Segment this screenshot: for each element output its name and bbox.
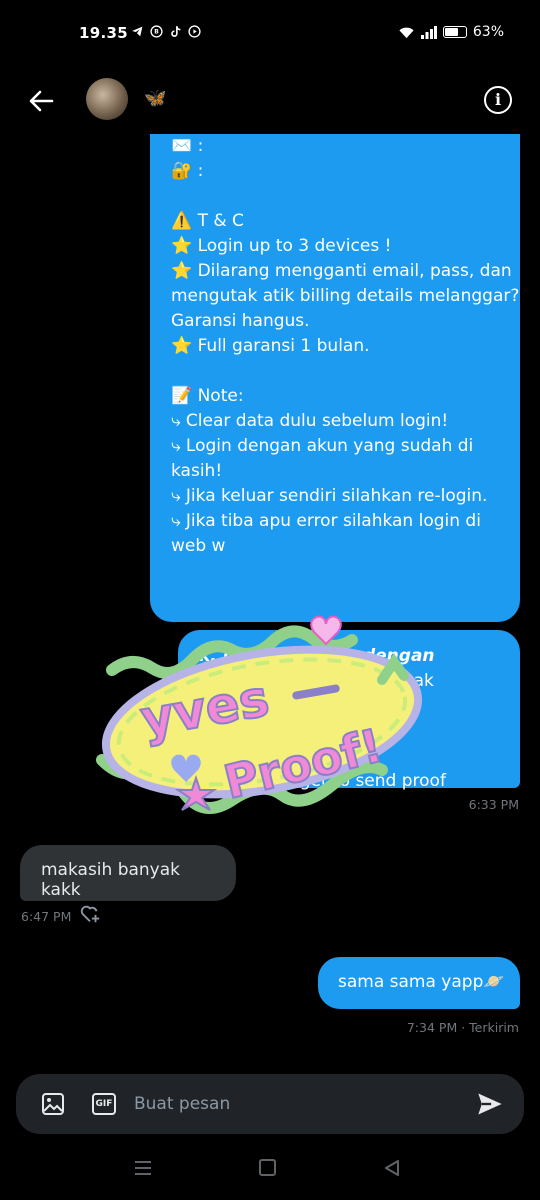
gif-button[interactable]: GIF <box>92 1093 116 1115</box>
message-timestamp: 6:33 PM <box>468 797 519 812</box>
back-arrow-icon[interactable] <box>26 86 56 116</box>
system-status: 63% <box>398 24 504 40</box>
message-line: mengutak atik billing details melanggar? <box>171 286 520 306</box>
message-timestamp: 6:47 PM <box>21 909 72 924</box>
message-line: ⤷ Login dengan akun yang sudah di <box>171 436 474 456</box>
message-line: menonton🫶🥳💞 <box>199 721 350 741</box>
message-line: baik ya terimakasih banyak selamat <box>199 671 434 716</box>
recent-apps-icon[interactable] <box>133 1160 153 1176</box>
nav-back-icon[interactable] <box>382 1158 402 1178</box>
message-text: makasih banyak kakk <box>41 860 181 900</box>
battery-icon <box>442 26 467 38</box>
message-line: ⭐ Login up to 3 devices ! <box>171 236 392 256</box>
outgoing-message[interactable]: ✉️ : 🔐 : ⚠️ T & C ⭐ Login up to 3 device… <box>150 134 520 622</box>
outgoing-message[interactable]: k, mohon dibaca dengan baik ya terimakas… <box>178 630 520 791</box>
message-line: 💌 Don't forget to send proof <box>199 771 446 791</box>
message-line: ⭐ Dilarang mengganti email, pass, dan <box>171 261 512 281</box>
battery-level: 63% <box>472 24 504 40</box>
notification-icons: B <box>131 25 201 38</box>
send-icon[interactable] <box>476 1090 504 1118</box>
signal-icon <box>420 25 437 39</box>
status-time: 19.35 <box>79 24 128 42</box>
wifi-icon <box>399 27 414 38</box>
svg-text:B: B <box>154 29 159 36</box>
tiktok-icon <box>171 26 181 37</box>
b-icon: B <box>150 25 163 38</box>
status-bar: 19.35 B 63% <box>0 0 540 68</box>
message-line: ⚠️ T & C <box>171 211 244 231</box>
avatar[interactable] <box>86 78 128 120</box>
image-icon[interactable] <box>41 1092 65 1116</box>
add-reaction-icon[interactable] <box>79 903 101 925</box>
message-composer: GIF <box>16 1074 524 1134</box>
message-line: Garansi hangus. <box>171 311 310 331</box>
message-line: ⭐ Full garansi 1 bulan. <box>171 336 370 356</box>
outgoing-message[interactable]: sama sama yapp🪐 <box>318 957 520 1009</box>
message-line: ⤷ Clear data dulu sebelum login! <box>171 411 449 431</box>
contact-name[interactable]: 🦋 <box>144 88 166 109</box>
message-line: web w <box>171 536 226 556</box>
message-text: sama sama yapp🪐 <box>338 972 505 992</box>
message-line: ⤷ Jika keluar sendiri silahkan re-login. <box>171 486 488 506</box>
home-icon[interactable] <box>259 1159 276 1176</box>
conversation-header: 🦋 i <box>0 68 540 134</box>
telegram-icon <box>132 26 143 37</box>
message-line: ⤷ Jika tiba apu error silahkan login di <box>171 511 481 531</box>
info-icon[interactable]: i <box>484 86 512 114</box>
message-line: k, mohon dibaca dengan <box>199 646 435 666</box>
message-line: kasih! <box>171 461 223 481</box>
message-line: 📝 Note: <box>171 386 244 406</box>
message-line: 🔐 : <box>171 161 204 181</box>
message-status: 7:34 PM · Terkirim <box>406 1020 519 1035</box>
system-navbar <box>0 1140 540 1200</box>
message-list[interactable]: ✉️ : 🔐 : ⚠️ T & C ⭐ Login up to 3 device… <box>0 134 540 1064</box>
incoming-message[interactable]: makasih banyak kakk <box>20 845 236 901</box>
message-input[interactable] <box>134 1087 454 1121</box>
play-icon <box>188 25 201 38</box>
message-line: ✉️ : <box>171 136 204 156</box>
